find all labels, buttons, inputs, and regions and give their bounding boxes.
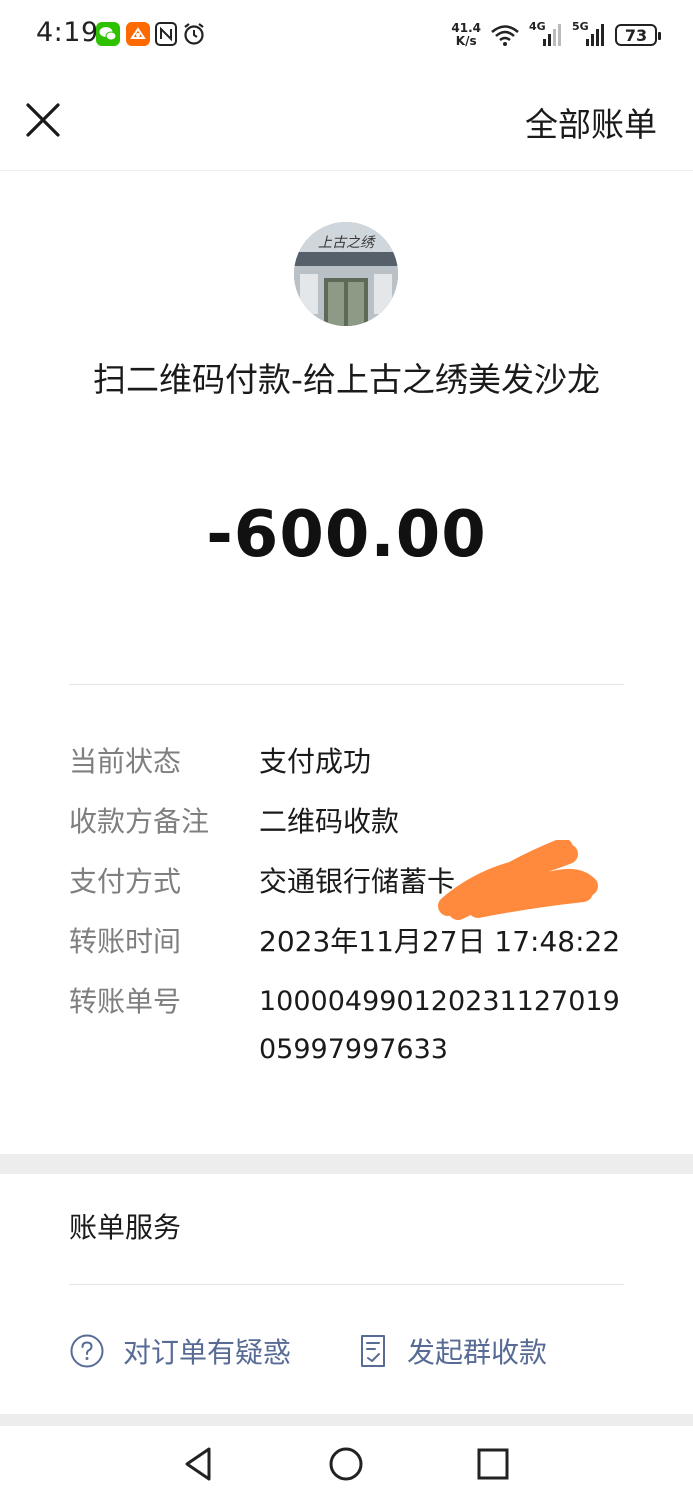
close-icon[interactable] <box>24 101 62 139</box>
detail-row-order-number: 转账单号 100004990120231127019 05997997633 <box>69 978 649 1074</box>
section-separator <box>0 1414 693 1426</box>
order-question-button[interactable]: 对订单有疑惑 <box>69 1331 291 1371</box>
signal-4g: 4G <box>529 20 563 48</box>
detail-label: 转账单号 <box>69 985 182 1018</box>
app-icon <box>126 22 150 46</box>
recents-square-icon[interactable] <box>473 1444 513 1484</box>
wechat-icon <box>96 22 120 46</box>
bill-services-title: 账单服务 <box>69 1211 182 1244</box>
question-circle-icon <box>70 1334 104 1368</box>
system-nav-bar <box>0 1426 693 1500</box>
signal-icon <box>586 24 604 46</box>
net-speed-unit: K/s <box>455 34 477 48</box>
divider <box>69 684 624 685</box>
status-time: 4:19 <box>36 17 99 48</box>
detail-value: 支付成功 <box>259 745 372 778</box>
home-circle-icon[interactable] <box>326 1444 366 1484</box>
detail-label: 收款方备注 <box>69 805 210 838</box>
all-bills-link[interactable]: 全部账单 <box>525 98 657 146</box>
redaction-scribble <box>438 840 598 920</box>
merchant-title: 扫二维码付款-给上古之绣美发沙龙 <box>93 360 600 399</box>
detail-row-time: 转账时间 2023年11月27日 17:48:22 <box>69 918 649 966</box>
alarm-icon <box>184 23 204 45</box>
wifi-icon <box>491 25 519 46</box>
group-collect-button[interactable]: 发起群收款 <box>357 1331 547 1371</box>
group-collect-label: 发起群收款 <box>407 1336 548 1369</box>
battery-level: 73 <box>624 25 648 45</box>
back-triangle-icon[interactable] <box>179 1444 219 1484</box>
net-speed: 41.4 K/s <box>451 22 481 48</box>
detail-label: 当前状态 <box>69 745 182 778</box>
top-nav-bar: 全部账单 <box>0 70 693 171</box>
battery-icon: 73 <box>615 24 661 46</box>
signal-5g: 5G <box>572 20 606 48</box>
detail-value: 二维码收款 <box>259 805 400 838</box>
detail-label: 转账时间 <box>69 925 182 958</box>
merchant-avatar: 上古之绣 <box>294 222 398 326</box>
payment-amount: -600.00 <box>206 498 487 572</box>
divider <box>69 1284 624 1285</box>
nfc-icon <box>155 22 177 46</box>
detail-value: 100004990120231127019 05997997633 <box>259 986 620 1065</box>
avatar-sign-text: 上古之绣 <box>318 235 376 251</box>
status-bar: 4:19 41.4 K/s 4G 5G 73 <box>0 0 693 70</box>
document-check-icon <box>361 1335 386 1367</box>
detail-row-status: 当前状态 支付成功 <box>69 738 649 786</box>
order-question-label: 对订单有疑惑 <box>123 1336 292 1369</box>
detail-label: 支付方式 <box>69 865 182 898</box>
section-separator <box>0 1154 693 1174</box>
detail-row-payee-note: 收款方备注 二维码收款 <box>69 798 649 846</box>
status-right-group: 41.4 K/s 4G 5G 73 <box>451 18 661 52</box>
detail-value: 2023年11月27日 17:48:22 <box>259 925 621 958</box>
bill-services-actions: 对订单有疑惑 发起群收款 <box>69 1326 547 1376</box>
signal-icon <box>543 24 561 46</box>
